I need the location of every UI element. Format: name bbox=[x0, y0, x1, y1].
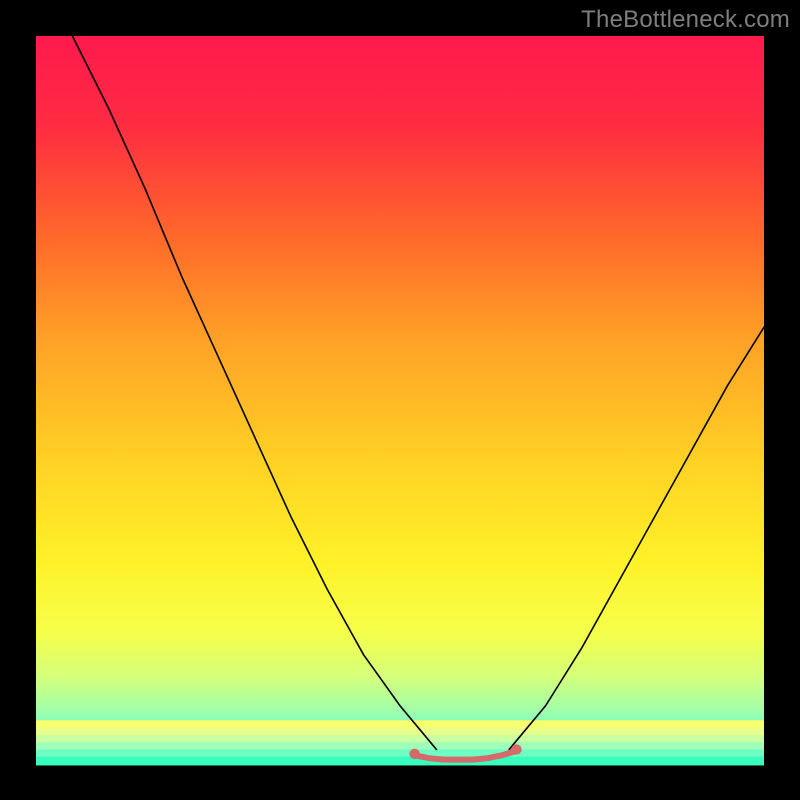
chart-container: TheBottleneck.com bbox=[0, 0, 800, 800]
valley-endpoint-marker bbox=[409, 749, 419, 759]
chart-svg bbox=[0, 0, 800, 800]
plot-area bbox=[36, 36, 764, 764]
valley-endpoint-marker bbox=[511, 744, 521, 754]
band bbox=[36, 757, 764, 766]
chart-bottom-bands bbox=[36, 720, 764, 765]
watermark-text: TheBottleneck.com bbox=[581, 6, 790, 34]
